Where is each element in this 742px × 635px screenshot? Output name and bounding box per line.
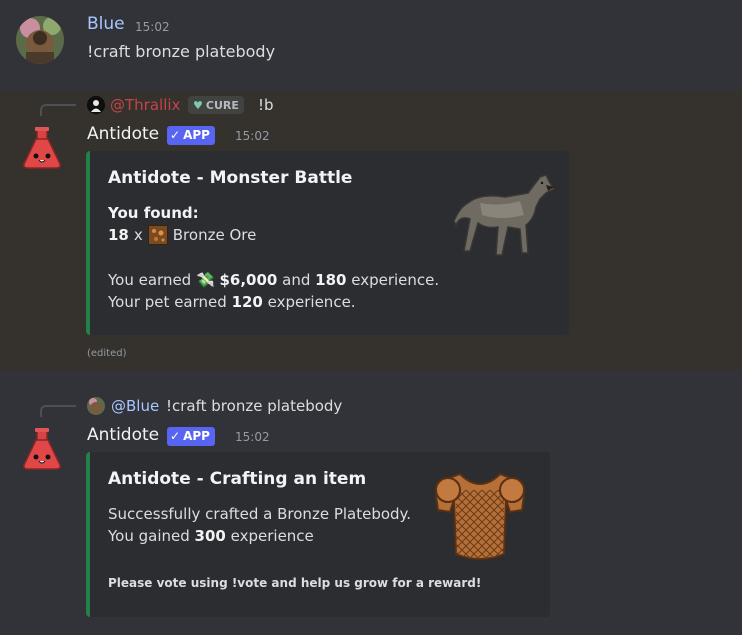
- reply-preview-text[interactable]: !b: [258, 96, 274, 114]
- avatar-blue-mini[interactable]: [87, 397, 105, 415]
- checkmark-icon: ✓: [170, 128, 181, 142]
- avatar-antidote[interactable]: [20, 126, 64, 170]
- username-blue[interactable]: Blue: [87, 14, 125, 34]
- earned-line: You earned 💸 $6,000 and 180 experience.: [108, 271, 440, 289]
- reply-spine: [40, 104, 76, 116]
- timestamp: 15:02: [235, 129, 270, 143]
- money-icon: 💸: [195, 271, 215, 289]
- app-badge: ✓ APP: [167, 126, 215, 145]
- loot-qty: 18: [108, 226, 129, 244]
- avatar-antidote[interactable]: [20, 427, 64, 471]
- bronze-ore-icon: [147, 225, 168, 245]
- checkmark-icon: ✓: [170, 429, 181, 443]
- crafted-line: Successfully crafted a Bronze Platebody.: [108, 505, 412, 523]
- found-label: You found:: [108, 204, 199, 222]
- vote-footer: Please vote using !vote and help us grow…: [108, 576, 482, 590]
- username-antidote[interactable]: Antidote: [87, 425, 159, 445]
- loot-item: Bronze Ore: [172, 226, 257, 244]
- gained-line: You gained 300 experience: [108, 527, 314, 545]
- reply-preview-text[interactable]: !craft bronze platebody: [166, 397, 342, 415]
- heart-icon: ♥: [193, 98, 203, 112]
- bronze-platebody-image[interactable]: [430, 466, 530, 566]
- embed-crafting: Antidote - Crafting an item Successfully…: [86, 452, 550, 617]
- username-antidote[interactable]: Antidote: [87, 124, 159, 144]
- timestamp: 15:02: [135, 20, 170, 34]
- wolf-image[interactable]: [450, 163, 560, 263]
- timestamp: 15:02: [235, 430, 270, 444]
- reply-spine: [40, 405, 76, 417]
- reply-mention-blue[interactable]: @Blue: [111, 397, 159, 415]
- embed-battle: Antidote - Monster Battle You found: 18 …: [86, 151, 569, 335]
- embed-title: Antidote - Crafting an item: [108, 469, 367, 489]
- reply-mention-thrallix[interactable]: @Thrallix: [110, 96, 180, 114]
- loot-line: 18 x Bronze Ore: [108, 225, 257, 245]
- app-badge: ✓ APP: [167, 427, 215, 446]
- guild-tag-cure[interactable]: ♥ CURE: [188, 96, 244, 114]
- embed-title: Antidote - Monster Battle: [108, 168, 353, 188]
- edited-indicator: (edited): [87, 348, 127, 359]
- message-content: !craft bronze platebody: [87, 42, 276, 61]
- pet-line: Your pet earned 120 experience.: [108, 293, 356, 311]
- avatar-thrallix-mini[interactable]: [87, 96, 105, 114]
- avatar-blue[interactable]: [16, 16, 64, 64]
